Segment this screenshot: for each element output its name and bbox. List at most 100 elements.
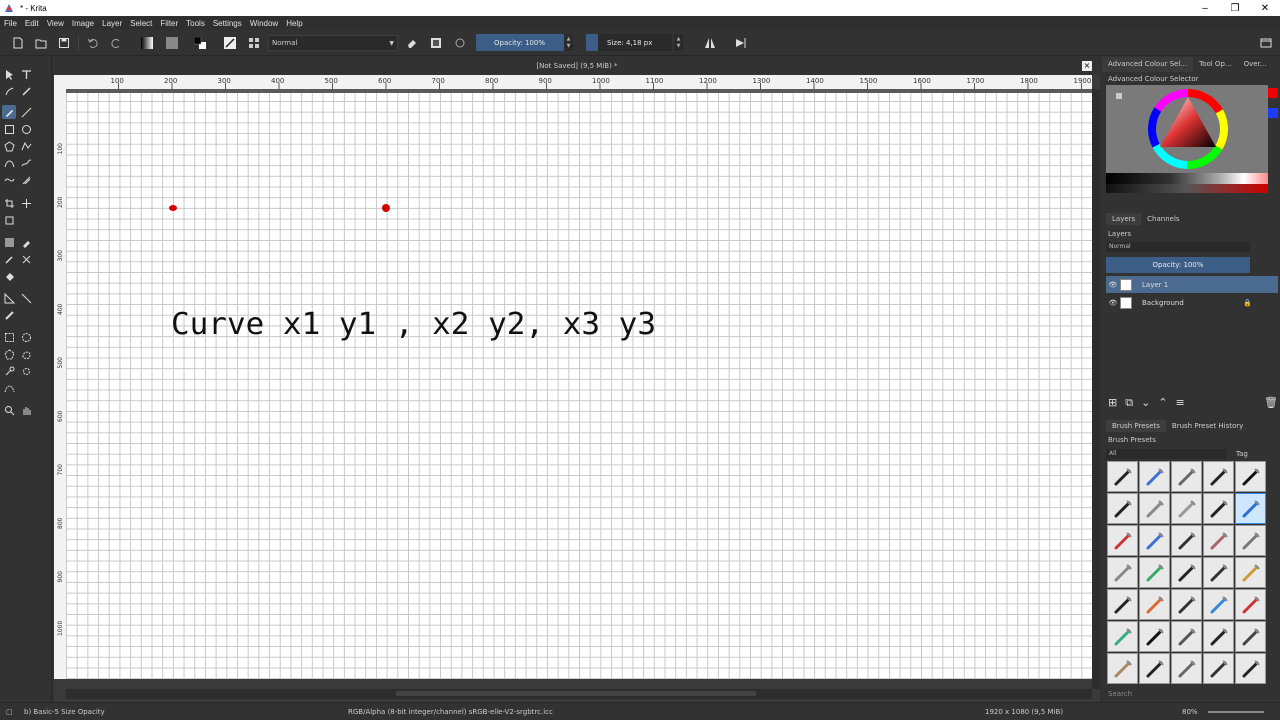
tab-brush-presets[interactable]: Brush Presets	[1106, 420, 1166, 432]
size-spinner[interactable]: ▲ ▼	[674, 34, 683, 51]
brush-preset-tile[interactable]	[1171, 525, 1202, 556]
layer-opacity-slider[interactable]: Opacity: 100%	[1106, 257, 1250, 273]
eye-icon[interactable]: 👁	[1106, 281, 1120, 289]
brush-preset-tile[interactable]	[1203, 525, 1234, 556]
ellipse-select-tool-icon[interactable]	[19, 330, 33, 344]
brush-preset-tile[interactable]	[1139, 557, 1170, 588]
brush-preset-tile[interactable]	[1107, 493, 1138, 524]
reload-preset-icon[interactable]	[452, 35, 468, 51]
polygon-select-tool-icon[interactable]	[2, 347, 16, 361]
zoom-slider[interactable]	[1208, 711, 1264, 713]
brush-preset-tile[interactable]	[1171, 589, 1202, 620]
brush-preset-tile[interactable]	[1107, 557, 1138, 588]
fg-bg-color-icon[interactable]	[192, 35, 208, 51]
brush-preset-tile[interactable]	[1107, 525, 1138, 556]
canvas-tab[interactable]: [Not Saved] (9,5 MiB) * ×	[54, 57, 1100, 75]
menu-file[interactable]: File	[4, 19, 17, 28]
vertical-scrollbar[interactable]	[1092, 89, 1100, 689]
freehand-brush-tool-icon[interactable]	[2, 105, 16, 119]
measure-tool-icon[interactable]	[2, 291, 16, 305]
tab-overview[interactable]: Over...	[1238, 57, 1273, 72]
line-tool-icon[interactable]	[19, 105, 33, 119]
menu-image[interactable]: Image	[72, 19, 94, 28]
dynamic-brush-tool-icon[interactable]	[2, 173, 16, 187]
brush-preset-tile[interactable]	[1139, 461, 1170, 492]
lock-icon[interactable]: 🔒	[1243, 299, 1252, 307]
tab-layers[interactable]: Layers	[1106, 213, 1142, 225]
canvas-paper[interactable]	[66, 101, 1092, 679]
new-document-icon[interactable]	[10, 35, 26, 51]
pan-tool-icon[interactable]	[19, 403, 33, 417]
rectangle-tool-icon[interactable]	[2, 122, 16, 136]
close-document-icon[interactable]: ×	[1082, 61, 1092, 71]
brush-preset-tile[interactable]	[1203, 493, 1234, 524]
layer-blend-select[interactable]: Normal	[1106, 242, 1250, 252]
eye-icon[interactable]: 👁	[1106, 299, 1120, 307]
minimize-icon[interactable]: –	[1190, 3, 1220, 14]
freehand-path-tool-icon[interactable]	[19, 156, 33, 170]
brush-preset-tile[interactable]	[1235, 653, 1266, 684]
size-slider-fill[interactable]	[586, 34, 598, 51]
brush-preset-tile[interactable]	[1235, 621, 1266, 652]
polygon-tool-icon[interactable]	[2, 139, 16, 153]
opacity-spinner[interactable]: ▲ ▼	[564, 34, 573, 51]
menu-window[interactable]: Window	[250, 19, 278, 28]
mirror-horizontal-icon[interactable]	[702, 35, 718, 51]
alpha-lock-icon[interactable]	[428, 35, 444, 51]
layer-properties-icon[interactable]: ≡	[1176, 396, 1185, 410]
blend-mode-select[interactable]: Normal ▼	[268, 35, 398, 51]
tag-button[interactable]: Tag	[1236, 450, 1248, 458]
maximize-icon[interactable]: ❐	[1220, 3, 1250, 14]
brush-preset-icon[interactable]	[222, 35, 238, 51]
brush-preset-tile[interactable]	[1171, 653, 1202, 684]
brush-preset-tile[interactable]	[1235, 493, 1266, 524]
brush-preset-tile[interactable]	[1107, 653, 1138, 684]
menu-view[interactable]: View	[47, 19, 64, 28]
tab-advanced-colour-selector[interactable]: Advanced Colour Sel...	[1102, 57, 1194, 72]
brush-preset-tile[interactable]	[1235, 461, 1266, 492]
bezier-select-tool-icon[interactable]	[2, 381, 16, 395]
crop-tool-icon[interactable]	[2, 196, 16, 210]
fill-tool-icon[interactable]	[2, 269, 16, 283]
add-layer-icon[interactable]: ⊞	[1108, 396, 1117, 410]
open-folder-icon[interactable]	[33, 35, 49, 51]
brush-preset-tile[interactable]	[1139, 621, 1170, 652]
calligraphy-tool-icon[interactable]	[19, 84, 33, 98]
delete-layer-icon[interactable]: 🗑	[1264, 396, 1278, 409]
pattern-swatch-icon[interactable]	[164, 35, 180, 51]
freehand-select-tool-icon[interactable]	[19, 347, 33, 361]
brush-filter-select[interactable]: All	[1106, 449, 1226, 459]
reference-image-tool-icon[interactable]	[2, 308, 16, 322]
edit-shapes-tool-icon[interactable]	[2, 84, 16, 98]
menu-filter[interactable]: Filter	[160, 19, 178, 28]
move-layer-up-icon[interactable]: ⌃	[1158, 396, 1167, 410]
zoom-tool-icon[interactable]	[2, 403, 16, 417]
text-tool-icon[interactable]	[19, 67, 33, 81]
brush-preset-tile[interactable]	[1235, 525, 1266, 556]
size-slider[interactable]: Size: 4,18 px	[598, 34, 672, 51]
brush-preset-tile[interactable]	[1203, 653, 1234, 684]
menu-help[interactable]: Help	[286, 19, 302, 28]
brush-preset-tile[interactable]	[1235, 557, 1266, 588]
tab-brush-preset-history[interactable]: Brush Preset History	[1166, 420, 1249, 432]
similar-select-tool-icon[interactable]	[19, 364, 33, 378]
minimal-shade-selector[interactable]	[1106, 184, 1268, 193]
color-picker-tool-icon[interactable]	[19, 235, 33, 249]
polyline-tool-icon[interactable]	[19, 139, 33, 153]
brush-preset-tile[interactable]	[1171, 557, 1202, 588]
scroll-thumb[interactable]	[396, 691, 756, 696]
brush-preset-tile[interactable]	[1203, 557, 1234, 588]
menu-layer[interactable]: Layer	[102, 19, 122, 28]
menu-select[interactable]: Select	[130, 19, 152, 28]
gradient-swatch-icon[interactable]	[139, 35, 155, 51]
brush-preset-tile[interactable]	[1107, 461, 1138, 492]
fg-colour-swatch[interactable]	[1268, 88, 1278, 98]
bezier-tool-icon[interactable]	[2, 156, 16, 170]
brush-preset-tile[interactable]	[1203, 461, 1234, 492]
horizontal-ruler[interactable]: 100 200 300 400 500 600 700 800 900 1000 1100 1200 1…	[66, 75, 1092, 89]
menu-settings[interactable]: Settings	[213, 19, 242, 28]
brush-preset-tile[interactable]	[1171, 493, 1202, 524]
save-icon[interactable]	[56, 35, 72, 51]
contiguous-select-tool-icon[interactable]	[2, 364, 16, 378]
brush-search-input[interactable]: Search	[1108, 690, 1132, 698]
